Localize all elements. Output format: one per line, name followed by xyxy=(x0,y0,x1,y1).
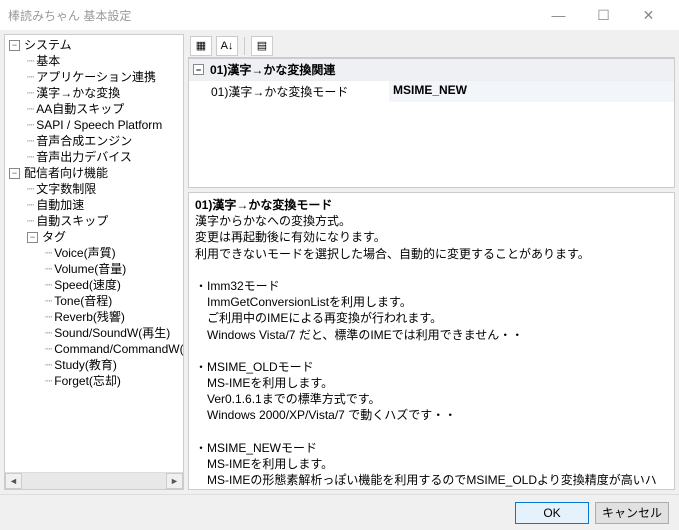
tree-item[interactable]: ┈Forget(忘却) xyxy=(43,373,181,389)
tree-item[interactable]: ┈Speed(速度) xyxy=(43,277,181,293)
tree-item[interactable]: ┈Voice(声質) xyxy=(43,245,181,261)
tree-item[interactable]: ┈Tone(音程) xyxy=(43,293,181,309)
window-title: 棒読みちゃん 基本設定 xyxy=(8,7,536,24)
scroll-right-icon[interactable]: ► xyxy=(166,473,183,489)
tree-item[interactable]: ┈アプリケーション連携 xyxy=(25,69,181,85)
collapse-icon[interactable]: − xyxy=(9,40,20,51)
cancel-button[interactable]: キャンセル xyxy=(595,502,669,524)
collapse-icon[interactable]: − xyxy=(193,64,204,75)
settings-tree[interactable]: −システム ┈基本 ┈アプリケーション連携 ┈漢字→かな変換 ┈AA自動スキップ… xyxy=(5,35,183,472)
titlebar: 棒読みちゃん 基本設定 — ☐ ✕ xyxy=(0,0,679,30)
tree-item[interactable]: ┈Sound/SoundW(再生) xyxy=(43,325,181,341)
tree-item[interactable]: ┈文字数制限 xyxy=(25,181,181,197)
collapse-icon[interactable]: − xyxy=(27,232,38,243)
tree-item[interactable]: ┈Volume(音量) xyxy=(43,261,181,277)
property-value[interactable]: MSIME_NEW xyxy=(389,81,674,102)
tree-item[interactable]: ┈自動スキップ xyxy=(25,213,181,229)
dialog-footer: OK キャンセル xyxy=(0,494,679,530)
maximize-button[interactable]: ☐ xyxy=(581,0,626,30)
tree-item[interactable]: ┈Command/CommandW(コ xyxy=(43,341,181,357)
description-panel: 01)漢字→かな変換モード 漢字からかなへの変換方式。 変更は再起動後に有効にな… xyxy=(188,192,675,490)
tree-item[interactable]: ┈音声合成エンジン xyxy=(25,133,181,149)
property-pages-icon[interactable]: ▤ xyxy=(251,36,273,56)
tree-item[interactable]: ┈音声出力デバイス xyxy=(25,149,181,165)
tree-item[interactable]: ┈Reverb(残響) xyxy=(43,309,181,325)
tree-item[interactable]: ┈SAPI / Speech Platform xyxy=(25,117,181,133)
horizontal-scrollbar[interactable]: ◄ ► xyxy=(5,472,183,489)
tree-item[interactable]: ┈Study(教育) xyxy=(43,357,181,373)
tree-item[interactable]: ┈AA自動スキップ xyxy=(25,101,181,117)
tree-panel: −システム ┈基本 ┈アプリケーション連携 ┈漢字→かな変換 ┈AA自動スキップ… xyxy=(4,34,184,490)
minimize-button[interactable]: — xyxy=(536,0,581,30)
property-grid[interactable]: − 01)漢字→かな変換関連 01)漢字→かな変換モード MSIME_NEW xyxy=(188,58,675,188)
ok-button[interactable]: OK xyxy=(515,502,589,524)
collapse-icon[interactable]: − xyxy=(9,168,20,179)
property-name: 01)漢字→かな変換モード xyxy=(189,81,389,102)
alphabetical-icon[interactable]: A↓ xyxy=(216,36,238,56)
tree-node-tag[interactable]: −タグ xyxy=(25,229,181,245)
categorized-icon[interactable]: ▦ xyxy=(190,36,212,56)
tree-item[interactable]: ┈自動加速 xyxy=(25,197,181,213)
tree-node-broadcast[interactable]: −配信者向け機能 xyxy=(7,165,181,181)
close-button[interactable]: ✕ xyxy=(626,0,671,30)
property-toolbar: ▦ A↓ ▤ xyxy=(188,34,675,58)
tree-item[interactable]: ┈漢字→かな変換 xyxy=(25,85,181,101)
tree-item[interactable]: ┈基本 xyxy=(25,53,181,69)
tree-node-system[interactable]: −システム xyxy=(7,37,181,53)
scroll-left-icon[interactable]: ◄ xyxy=(5,473,22,489)
property-row[interactable]: 01)漢字→かな変換モード MSIME_NEW xyxy=(189,80,674,102)
desc-heading: 01)漢字→かな変換モード xyxy=(195,197,668,213)
property-category[interactable]: − 01)漢字→かな変換関連 xyxy=(189,59,674,80)
